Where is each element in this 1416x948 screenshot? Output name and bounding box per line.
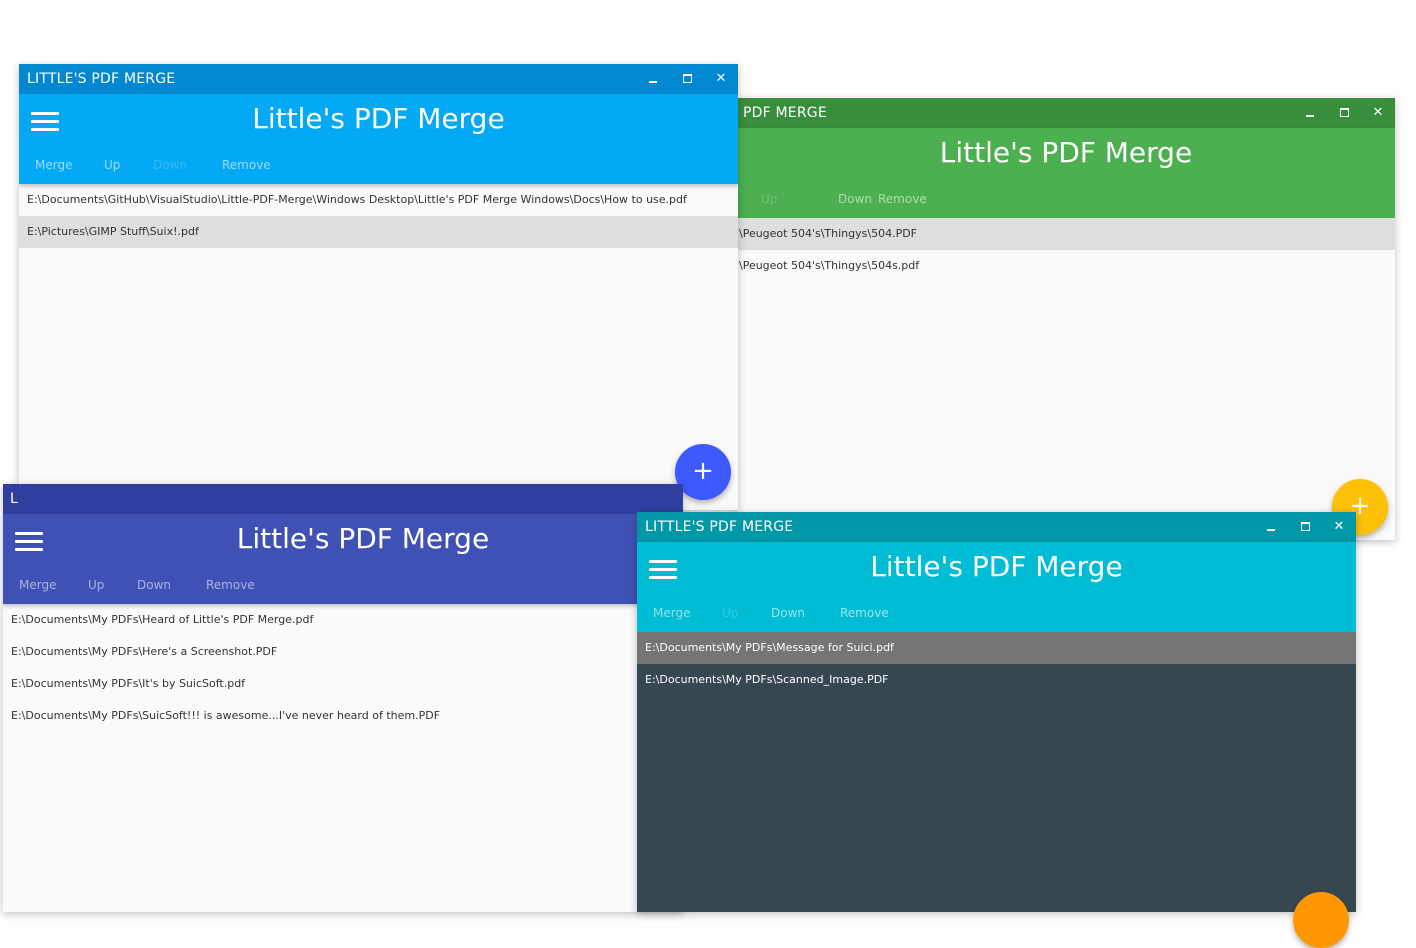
app-bar: Little's PDF Merge Merge Up Down Remove — [3, 514, 683, 604]
minimize-button[interactable] — [636, 64, 670, 94]
file-list: E:\Documents\My PDFs\Heard of Little's P… — [3, 604, 683, 732]
down-button[interactable]: Down — [838, 192, 872, 206]
file-list: E:\Documents\GitHub\VisualStudio\Little-… — [19, 184, 738, 248]
maximize-button[interactable] — [670, 64, 704, 94]
window-indigo: L Little's PDF Merge Merge Up Down Remov… — [3, 484, 683, 912]
close-icon: ✕ — [1372, 105, 1384, 120]
add-file-button[interactable]: + — [675, 444, 731, 500]
up-button[interactable]: Up — [104, 158, 120, 172]
remove-button[interactable]: Remove — [878, 192, 927, 206]
app-title: Little's PDF Merge — [236, 522, 490, 555]
maximize-icon — [1300, 522, 1310, 531]
down-button[interactable]: Down — [137, 578, 171, 592]
menu-icon[interactable] — [15, 530, 45, 552]
file-list-item[interactable]: E:\Documents\My PDFs\Message for Suici.p… — [637, 632, 1356, 664]
title-bar[interactable]: PDF MERGE ✕ — [737, 98, 1395, 128]
app-title: Little's PDF Merge — [870, 550, 1123, 583]
close-button[interactable]: ✕ — [1361, 98, 1395, 128]
file-list-item[interactable]: E:\Pictures\GIMP Stuff\Suix!.pdf — [19, 216, 738, 248]
window-green: PDF MERGE ✕ Little's PDF Merge Up Down R… — [737, 98, 1395, 540]
app-title: Little's PDF Merge — [939, 136, 1193, 169]
minimize-button[interactable] — [1293, 98, 1327, 128]
file-list-item[interactable]: \Peugeot 504's\Thingys\504.PDF — [737, 218, 1395, 250]
minimize-icon — [649, 80, 657, 83]
window-blue: LITTLE'S PDF MERGE ✕ Little's PDF Merge … — [19, 64, 738, 510]
file-list: \Peugeot 504's\Thingys\504.PDF \Peugeot … — [737, 218, 1395, 282]
minimize-icon — [1306, 114, 1314, 117]
file-list-item[interactable]: E:\Documents\My PDFs\Heard of Little's P… — [3, 604, 683, 636]
maximize-icon — [682, 74, 692, 83]
merge-button[interactable]: Merge — [35, 158, 72, 172]
window-title: LITTLE'S PDF MERGE — [645, 519, 794, 535]
maximize-button[interactable] — [1288, 512, 1322, 542]
add-file-button[interactable] — [1293, 892, 1349, 948]
maximize-icon — [1339, 108, 1349, 117]
up-button[interactable]: Up — [88, 578, 104, 592]
file-list-item[interactable]: E:\Documents\My PDFs\Scanned_Image.PDF — [637, 664, 1356, 696]
app-bar: Little's PDF Merge Merge Up Down Remove — [637, 542, 1356, 632]
down-button[interactable]: Down — [771, 606, 805, 620]
close-icon: ✕ — [715, 71, 727, 86]
file-list-item[interactable]: \Peugeot 504's\Thingys\504s.pdf — [737, 250, 1395, 282]
close-button[interactable]: ✕ — [704, 64, 738, 94]
minimize-button[interactable] — [1254, 512, 1288, 542]
maximize-button[interactable] — [1327, 98, 1361, 128]
up-button[interactable]: Up — [761, 192, 777, 206]
app-title: Little's PDF Merge — [252, 102, 505, 135]
merge-button[interactable]: Merge — [653, 606, 690, 620]
merge-button[interactable]: Merge — [19, 578, 56, 592]
down-button[interactable]: Down — [153, 158, 187, 172]
title-bar[interactable]: LITTLE'S PDF MERGE ✕ — [19, 64, 738, 94]
close-button[interactable]: ✕ — [1322, 512, 1356, 542]
up-button[interactable]: Up — [722, 606, 738, 620]
app-bar: Little's PDF Merge Up Down Remove — [737, 128, 1395, 218]
remove-button[interactable]: Remove — [222, 158, 271, 172]
file-list-item[interactable]: E:\Documents\My PDFs\It's by SuicSoft.pd… — [3, 668, 683, 700]
remove-button[interactable]: Remove — [206, 578, 255, 592]
app-bar: Little's PDF Merge Merge Up Down Remove — [19, 94, 738, 184]
close-icon: ✕ — [1333, 519, 1345, 534]
window-title: LITTLE'S PDF MERGE — [27, 71, 176, 87]
window-cyan: LITTLE'S PDF MERGE ✕ Little's PDF Merge … — [637, 512, 1356, 912]
title-bar[interactable]: LITTLE'S PDF MERGE ✕ — [637, 512, 1356, 542]
file-list-item[interactable]: E:\Documents\My PDFs\SuicSoft!!! is awes… — [3, 700, 683, 732]
file-list-item[interactable]: E:\Documents\GitHub\VisualStudio\Little-… — [19, 184, 738, 216]
remove-button[interactable]: Remove — [840, 606, 889, 620]
minimize-icon — [1267, 528, 1275, 531]
title-bar[interactable]: L — [3, 484, 683, 514]
plus-icon: + — [692, 456, 714, 486]
window-title: PDF MERGE — [743, 105, 827, 121]
file-list-item[interactable]: E:\Documents\My PDFs\Here's a Screenshot… — [3, 636, 683, 668]
file-list: E:\Documents\My PDFs\Message for Suici.p… — [637, 632, 1356, 696]
window-title: L — [10, 491, 18, 507]
